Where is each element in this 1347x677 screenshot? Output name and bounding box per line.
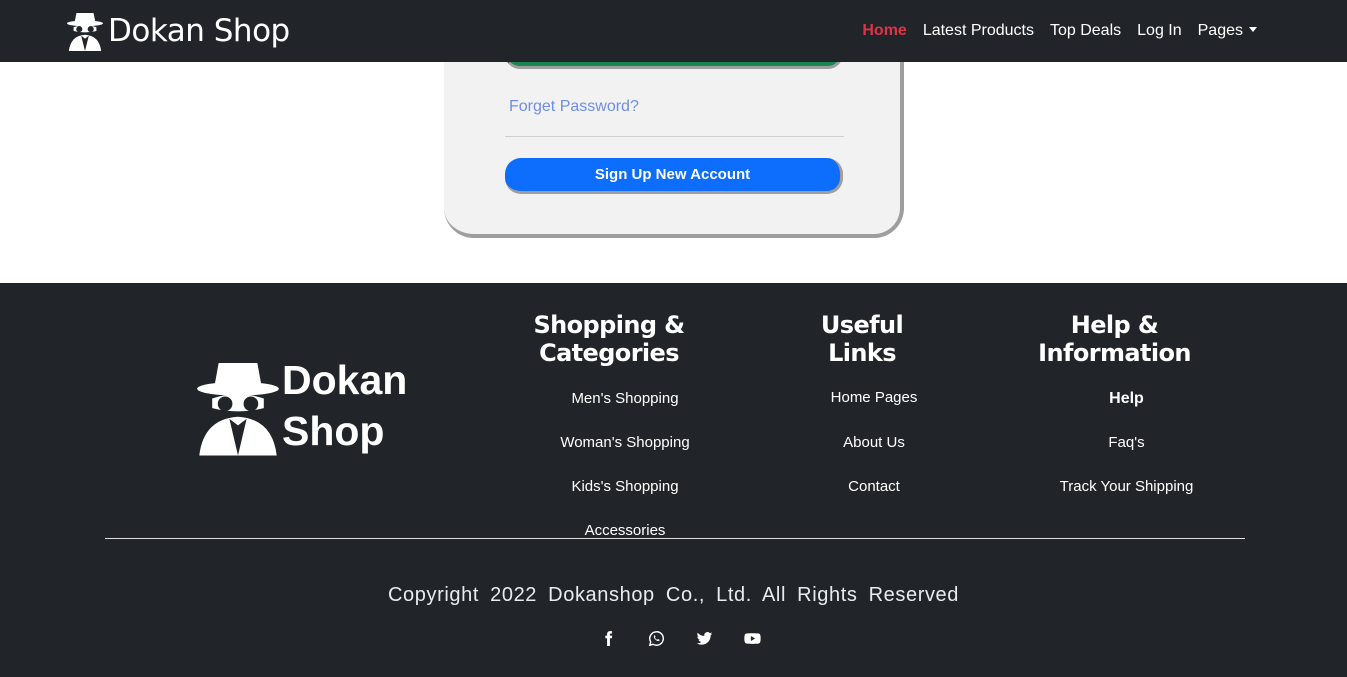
link-kids-shopping[interactable]: Kids's Shopping	[499, 477, 751, 497]
twitter-icon	[696, 631, 712, 645]
list-item: Help	[1021, 389, 1232, 433]
login-card: Forget Password? Sign Up New Account	[444, 32, 904, 238]
nav-log-in[interactable]: Log In	[1137, 22, 1181, 40]
link-track-shipping[interactable]: Track Your Shipping	[1021, 477, 1232, 497]
footer-brand-line1: Dokan	[282, 357, 408, 403]
whatsapp-icon	[648, 630, 664, 646]
list-item: Men's Shopping	[499, 389, 751, 433]
nav-latest-products[interactable]: Latest Products	[923, 22, 1034, 40]
list-item: About Us	[809, 433, 939, 478]
youtube-link[interactable]	[728, 628, 776, 648]
shopping-categories-column: Shopping & Categories Men's Shopping Wom…	[483, 311, 735, 565]
footer: Dokan Shop Shopping & Categories Men's S…	[0, 283, 1347, 677]
brand-name: Dokan Shop	[108, 13, 290, 49]
list-item: Contact	[809, 477, 939, 522]
caret-down-icon	[1249, 27, 1257, 32]
list-item: Kids's Shopping	[499, 477, 751, 521]
footer-divider	[105, 538, 1245, 539]
link-help[interactable]: Help	[1021, 389, 1232, 409]
brand-link[interactable]: Dokan Shop	[66, 8, 290, 54]
link-mens-shopping[interactable]: Men's Shopping	[499, 389, 751, 409]
footer-brand[interactable]: Dokan Shop	[195, 355, 407, 457]
link-contact[interactable]: Contact	[809, 477, 939, 497]
spy-logo-icon	[197, 363, 279, 456]
link-about-us[interactable]: About Us	[809, 433, 939, 453]
login-section: Forget Password? Sign Up New Account	[0, 32, 1347, 283]
nav-links: Home Latest Products Top Deals Log In Pa…	[862, 0, 1257, 62]
help-list: Help Faq's Track Your Shipping	[1021, 389, 1232, 521]
list-item: Faq's	[1021, 433, 1232, 477]
social-links	[584, 628, 776, 648]
footer-brand-text: Dokan Shop	[281, 355, 407, 457]
list-item: Woman's Shopping	[499, 433, 751, 477]
nav-pages[interactable]: Pages	[1198, 22, 1243, 39]
useful-list: Home Pages About Us Contact	[809, 388, 939, 522]
shopping-categories-heading: Shopping & Categories	[533, 311, 686, 367]
twitter-link[interactable]	[680, 628, 728, 648]
help-information-heading: Help & Information	[1038, 311, 1191, 367]
facebook-link[interactable]	[584, 628, 632, 648]
divider	[505, 136, 844, 137]
footer-brand-line2: Shop	[282, 408, 385, 454]
youtube-icon	[743, 632, 761, 644]
spy-logo-icon	[66, 12, 104, 51]
signup-button[interactable]: Sign Up New Account	[505, 158, 843, 194]
nav-pages-dropdown[interactable]: Pages	[1198, 22, 1257, 40]
list-item: Home Pages	[809, 388, 939, 433]
copyright-text: Copyright 2022 Dokanshop Co., Ltd. All R…	[387, 584, 959, 606]
nav-home[interactable]: Home	[862, 22, 906, 40]
link-home-pages[interactable]: Home Pages	[809, 388, 939, 408]
list-item: Accessories	[499, 521, 751, 565]
link-faqs[interactable]: Faq's	[1021, 433, 1232, 453]
navbar: Dokan Shop Home Latest Products Top Deal…	[0, 0, 1347, 62]
whatsapp-link[interactable]	[632, 628, 680, 648]
useful-links-column: Useful Links Home Pages About Us Contact	[797, 311, 927, 522]
link-womans-shopping[interactable]: Woman's Shopping	[499, 433, 751, 453]
forget-password-link[interactable]: Forget Password?	[509, 98, 639, 116]
help-information-column: Help & Information Help Faq's Track Your…	[1009, 311, 1220, 521]
nav-top-deals[interactable]: Top Deals	[1050, 22, 1121, 40]
useful-links-heading: Useful Links	[820, 311, 904, 367]
facebook-icon	[604, 630, 612, 646]
list-item: Track Your Shipping	[1021, 477, 1232, 521]
